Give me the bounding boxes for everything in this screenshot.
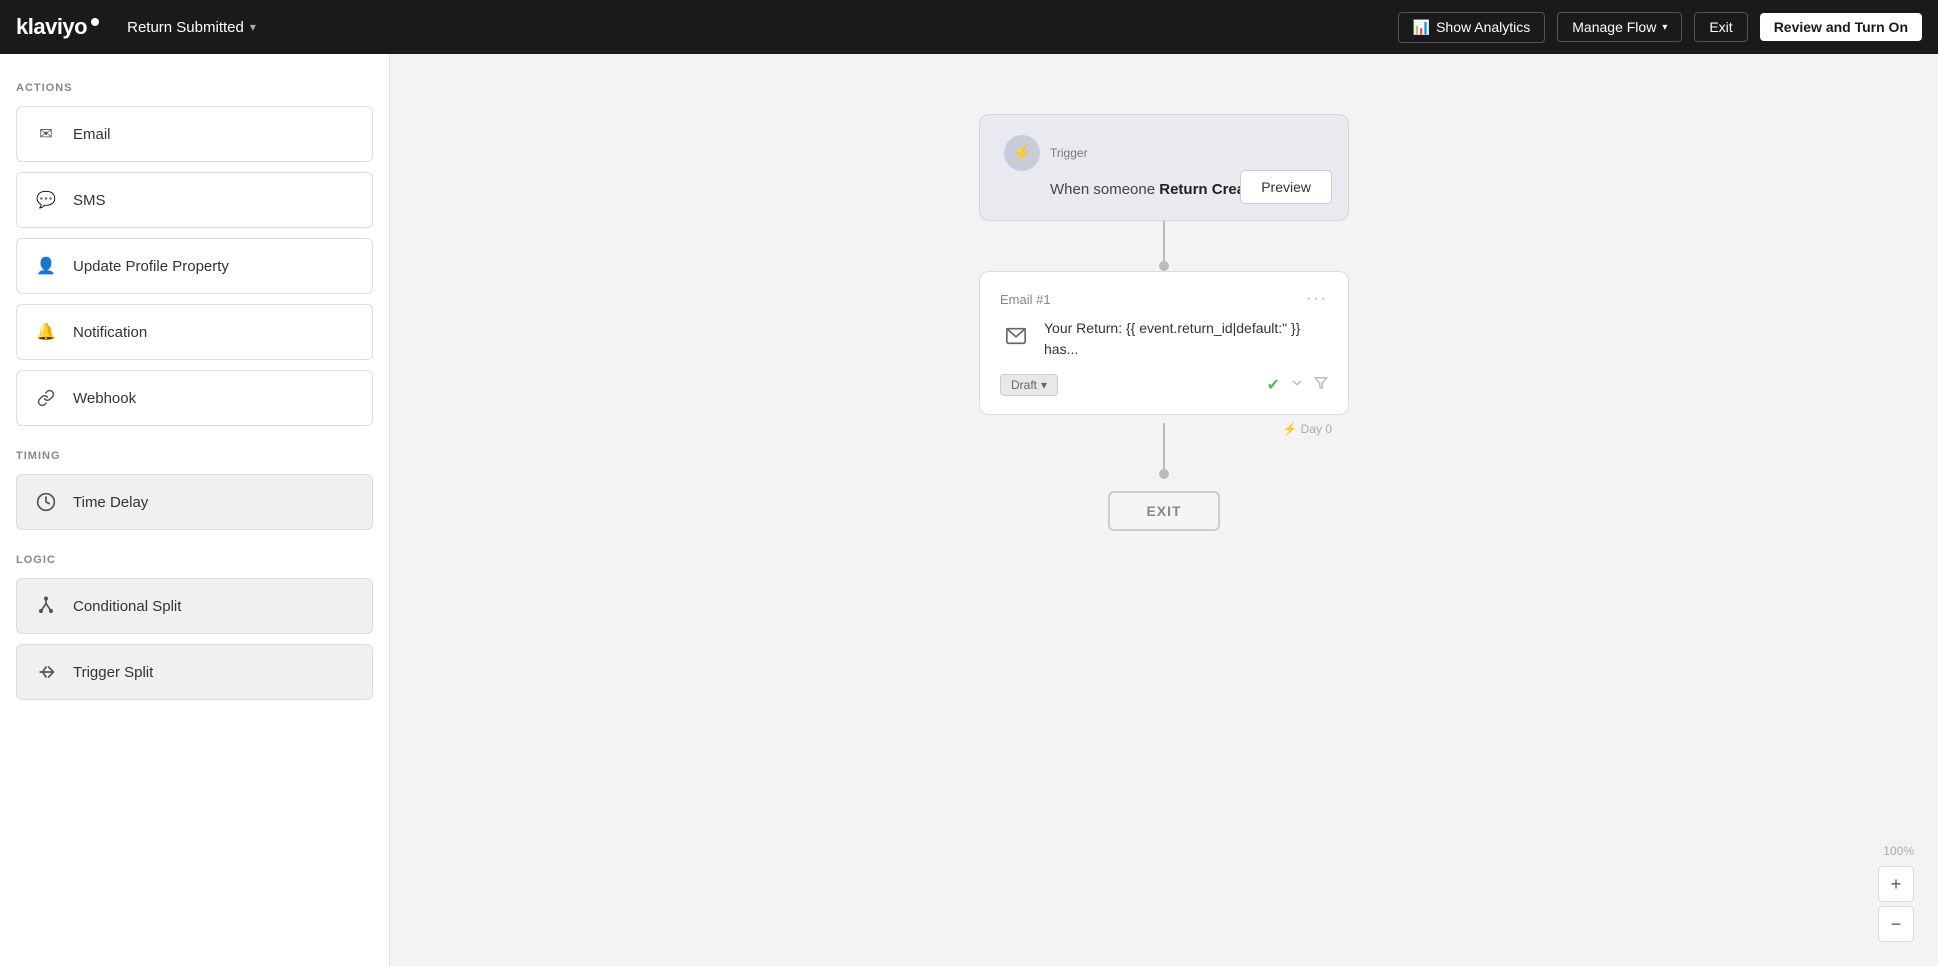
trigger-card[interactable]: ⚡ Trigger When someone Return Created. P… xyxy=(979,114,1349,221)
connector-2 xyxy=(1163,423,1165,479)
logic-section-label: LOGIC xyxy=(16,554,373,566)
email-chevron-down-icon[interactable] xyxy=(1290,376,1304,395)
day-label: ⚡ Day 0 xyxy=(1283,422,1332,436)
draft-chevron-icon: ▾ xyxy=(1041,378,1047,392)
exit-box: EXIT xyxy=(1108,491,1219,531)
sidebar-item-conditional-split[interactable]: Conditional Split xyxy=(16,578,373,634)
email-card-footer: Draft ▾ ✔ xyxy=(1000,374,1328,396)
connector-1 xyxy=(1163,221,1165,271)
logo-dot xyxy=(91,18,99,26)
logo: klaviyo xyxy=(16,14,99,40)
email-action-icons: ✔ xyxy=(1267,375,1328,395)
email-card[interactable]: Email #1 ··· Your Return: {{ event.retur… xyxy=(979,271,1349,415)
trigger-lightning-icon: ⚡ xyxy=(1004,135,1040,171)
sms-icon: 💬 xyxy=(33,187,59,213)
email-envelope-icon xyxy=(1000,320,1032,352)
trigger-split-icon xyxy=(33,659,59,685)
flow-title-dropdown-icon[interactable]: ▾ xyxy=(250,20,256,34)
sidebar-item-sms[interactable]: 💬 SMS xyxy=(16,172,373,228)
sidebar-item-email[interactable]: ✉ Email xyxy=(16,106,373,162)
manage-flow-button[interactable]: Manage Flow ▾ xyxy=(1557,12,1682,42)
draft-badge[interactable]: Draft ▾ xyxy=(1000,374,1058,396)
flow-canvas[interactable]: ⚡ Trigger When someone Return Created. P… xyxy=(390,54,1938,966)
zoom-controls: 100% + − xyxy=(1878,844,1914,942)
lightning-icon-small: ⚡ xyxy=(1283,422,1298,436)
email-check-icon[interactable]: ✔ xyxy=(1267,375,1280,395)
notification-icon: 🔔 xyxy=(33,319,59,345)
review-turn-on-button[interactable]: Review and Turn On xyxy=(1760,13,1922,41)
email-icon: ✉ xyxy=(33,121,59,147)
zoom-percent: 100% xyxy=(1883,844,1914,858)
app-header: klaviyo Return Submitted ▾ 📊 Show Analyt… xyxy=(0,0,1938,54)
email-card-body: Your Return: {{ event.return_id|default:… xyxy=(1000,318,1328,360)
sidebar-item-trigger-split[interactable]: Trigger Split xyxy=(16,644,373,700)
show-analytics-button[interactable]: 📊 Show Analytics xyxy=(1398,12,1546,43)
webhook-icon xyxy=(33,385,59,411)
preview-button[interactable]: Preview xyxy=(1240,170,1332,204)
profile-icon: 👤 xyxy=(33,253,59,279)
timing-section-label: TIMING xyxy=(16,450,373,462)
exit-button[interactable]: Exit xyxy=(1694,12,1747,42)
sidebar-item-update-profile[interactable]: 👤 Update Profile Property xyxy=(16,238,373,294)
sidebar-item-time-delay[interactable]: Time Delay xyxy=(16,474,373,530)
zoom-out-button[interactable]: − xyxy=(1878,906,1914,942)
flow-container: ⚡ Trigger When someone Return Created. P… xyxy=(979,114,1349,531)
email-filter-icon[interactable] xyxy=(1314,376,1328,395)
email-card-menu-button[interactable]: ··· xyxy=(1306,290,1328,308)
sidebar: ACTIONS ✉ Email 💬 SMS 👤 Update Profile P… xyxy=(0,54,390,966)
manage-flow-chevron-icon: ▾ xyxy=(1662,22,1667,33)
analytics-icon: 📊 xyxy=(1413,19,1430,36)
conditional-split-icon xyxy=(33,593,59,619)
flow-title: Return Submitted ▾ xyxy=(127,19,256,36)
zoom-in-button[interactable]: + xyxy=(1878,866,1914,902)
trigger-header: ⚡ Trigger xyxy=(1004,135,1324,171)
time-delay-icon xyxy=(33,489,59,515)
sidebar-item-notification[interactable]: 🔔 Notification xyxy=(16,304,373,360)
sidebar-item-webhook[interactable]: Webhook xyxy=(16,370,373,426)
actions-section-label: ACTIONS xyxy=(16,82,373,94)
email-card-header: Email #1 ··· xyxy=(1000,290,1328,308)
